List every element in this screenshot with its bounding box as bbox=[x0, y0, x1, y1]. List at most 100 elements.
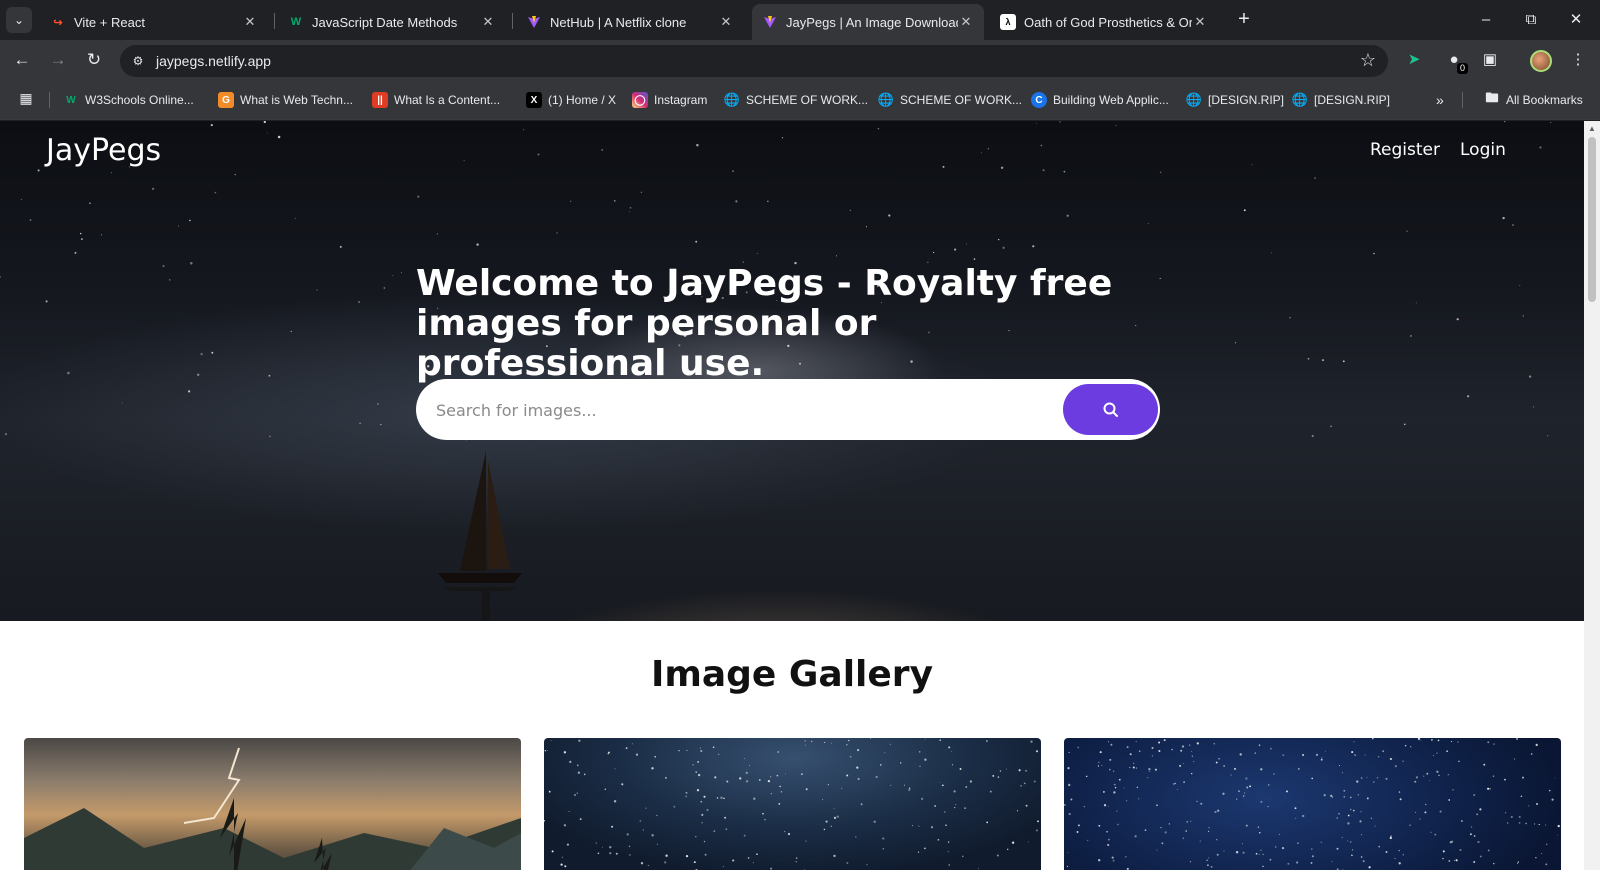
restore-icon: ⧉ bbox=[1525, 11, 1537, 28]
sailboat-image bbox=[438, 451, 522, 621]
tab-vite-react[interactable]: ↪ Vite + React ✕ bbox=[40, 4, 268, 40]
bookmark-instagram[interactable]: ◯ Instagram bbox=[632, 90, 707, 110]
search-bar bbox=[416, 379, 1160, 440]
gallery-image-milky-way[interactable] bbox=[544, 738, 1041, 870]
tab-label: JavaScript Date Methods bbox=[312, 14, 458, 30]
tab-search-button[interactable]: ⌄ bbox=[6, 7, 32, 33]
plus-icon: + bbox=[1238, 8, 1250, 30]
vite-favicon-icon bbox=[762, 14, 778, 30]
bookmark-scheme-of-work-2[interactable]: 🌐 SCHEME OF WORK... bbox=[878, 90, 1022, 110]
globe-favicon-icon: 🌐 bbox=[723, 92, 741, 107]
page-viewport: JayPegs Register Login Welcome to JayPeg… bbox=[0, 121, 1584, 870]
bookmark-divider bbox=[49, 92, 50, 108]
scroll-up-arrow-icon[interactable]: ▲ bbox=[1588, 124, 1596, 133]
back-button[interactable]: ← bbox=[10, 48, 34, 72]
site-info-icon[interactable]: ⚙ bbox=[128, 51, 148, 71]
globe-favicon-icon: 🌐 bbox=[1291, 92, 1309, 107]
bookmark-content[interactable]: || What Is a Content... bbox=[372, 90, 500, 110]
profile-avatar[interactable] bbox=[1530, 50, 1552, 72]
bookmark-building-web-apps[interactable]: C Building Web Applic... bbox=[1031, 90, 1169, 110]
tab-nethub[interactable]: NetHub | A Netflix clone ✕ bbox=[516, 4, 744, 40]
tab-strip: ⌄ ↪ Vite + React ✕ W JavaScript Date Met… bbox=[0, 0, 1600, 40]
search-button[interactable] bbox=[1063, 384, 1158, 435]
storm-landscape-image bbox=[24, 747, 521, 870]
page-favicon-icon: λ bbox=[1000, 14, 1016, 30]
tab-oath-of-god[interactable]: λ Oath of God Prosthetics & Orth ✕ bbox=[990, 4, 1218, 40]
tab-jaypegs[interactable]: JayPegs | An Image Downloadin ✕ bbox=[752, 4, 984, 40]
hero-heading: Welcome to JayPegs - Royalty free images… bbox=[416, 263, 1113, 384]
arrow-left-icon: ← bbox=[13, 50, 31, 69]
bookmark-label: What is Web Techn... bbox=[240, 93, 353, 107]
bookmark-design-rip-1[interactable]: 🌐 [DESIGN.RIP] bbox=[1186, 90, 1284, 110]
search-icon bbox=[1103, 402, 1118, 417]
bookmark-label: (1) Home / X bbox=[548, 93, 617, 107]
extension-counter-icon[interactable]: ● 0 bbox=[1442, 48, 1468, 74]
scrollbar-thumb[interactable] bbox=[1588, 137, 1596, 302]
page-scrollbar[interactable]: ▲ bbox=[1584, 121, 1600, 870]
url-text[interactable]: jaypegs.netlify.app bbox=[156, 53, 271, 69]
reload-icon: ↻ bbox=[86, 50, 102, 69]
extension-badge: 0 bbox=[1456, 63, 1468, 74]
close-tab-icon[interactable]: ✕ bbox=[480, 14, 496, 30]
tab-divider bbox=[512, 13, 513, 29]
gallery-heading: Image Gallery bbox=[650, 654, 934, 695]
bookmark-design-rip-2[interactable]: 🌐 [DESIGN.RIP] bbox=[1292, 90, 1390, 110]
apps-grid-icon[interactable]: ▦ bbox=[16, 90, 36, 110]
bookmark-label: SCHEME OF WORK... bbox=[746, 93, 869, 107]
browser-toolbar: ← → ↻ ⚙ jaypegs.netlify.app ☆ ➤ ● 0 ▣ ⋮ bbox=[0, 40, 1600, 80]
globe-favicon-icon: 🌐 bbox=[1185, 92, 1203, 107]
folder-icon: 🖿 bbox=[1485, 90, 1499, 105]
double-chevron-right-icon: » bbox=[1436, 92, 1444, 108]
bookmark-star-icon[interactable]: ☆ bbox=[1360, 50, 1376, 71]
forward-button[interactable]: → bbox=[46, 48, 70, 72]
restore-button[interactable]: ⧉ bbox=[1511, 6, 1551, 34]
geeks-favicon-icon: G bbox=[218, 92, 234, 108]
close-tab-icon[interactable]: ✕ bbox=[1192, 14, 1208, 30]
reload-button[interactable]: ↻ bbox=[82, 48, 106, 72]
bookmark-scheme-of-work-1[interactable]: 🌐 SCHEME OF WORK... bbox=[724, 90, 868, 110]
close-tab-icon[interactable]: ✕ bbox=[718, 14, 734, 30]
instagram-favicon-icon: ◯ bbox=[632, 92, 648, 108]
tab-javascript-date-methods[interactable]: W JavaScript Date Methods ✕ bbox=[278, 4, 506, 40]
bookmark-label: W3Schools Online... bbox=[85, 93, 194, 107]
search-input[interactable] bbox=[436, 397, 1036, 423]
chevron-down-icon: ⌄ bbox=[13, 13, 25, 27]
c-favicon-icon: C bbox=[1031, 92, 1047, 108]
extensions-puzzle-icon[interactable]: ▣ bbox=[1478, 48, 1502, 72]
globe-favicon-icon: 🌐 bbox=[877, 92, 895, 107]
minimize-icon: – bbox=[1481, 11, 1491, 28]
starry-sky-image bbox=[1064, 738, 1560, 870]
tab-label: NetHub | A Netflix clone bbox=[550, 14, 687, 30]
vite-favicon-icon bbox=[526, 14, 542, 30]
w3schools-favicon-icon: W bbox=[290, 16, 302, 28]
bookmark-x-home[interactable]: X (1) Home / X bbox=[526, 90, 616, 110]
login-link[interactable]: Login bbox=[1460, 140, 1506, 160]
site-logo[interactable]: JayPegs bbox=[46, 133, 161, 168]
gallery-image-starry-sky[interactable] bbox=[1064, 738, 1561, 870]
minimize-button[interactable]: – bbox=[1466, 6, 1506, 34]
tab-label: JayPegs | An Image Downloadin bbox=[786, 14, 958, 30]
bookmark-label: What Is a Content... bbox=[394, 93, 501, 107]
close-window-button[interactable]: ✕ bbox=[1556, 6, 1596, 34]
close-tab-icon[interactable]: ✕ bbox=[242, 14, 258, 30]
bookmark-label: Instagram bbox=[654, 93, 708, 107]
bookmarks-bar: ▦ W W3Schools Online... G What is Web Te… bbox=[0, 80, 1600, 120]
new-tab-button[interactable]: + bbox=[1232, 8, 1256, 32]
gallery-image-storm-trees[interactable] bbox=[24, 738, 521, 870]
arrow-right-icon: → bbox=[49, 50, 67, 69]
bookmark-web-technology[interactable]: G What is Web Techn... bbox=[218, 90, 353, 110]
address-bar[interactable]: ⚙ jaypegs.netlify.app ☆ bbox=[120, 45, 1388, 77]
tab-label: Vite + React bbox=[74, 14, 145, 30]
all-bookmarks-button[interactable]: 🖿 All Bookmarks bbox=[1484, 90, 1582, 110]
bookmark-w3schools[interactable]: W W3Schools Online... bbox=[63, 90, 194, 110]
tab-divider bbox=[274, 13, 275, 29]
w3schools-favicon-icon: W bbox=[66, 94, 76, 106]
x-favicon-icon: X bbox=[526, 92, 542, 108]
register-link[interactable]: Register bbox=[1370, 140, 1440, 160]
menu-dots-icon[interactable]: ⋮ bbox=[1566, 48, 1590, 72]
bookmark-label: Building Web Applic... bbox=[1053, 93, 1169, 107]
hero-section: JayPegs Register Login Welcome to JayPeg… bbox=[0, 121, 1584, 621]
close-tab-icon[interactable]: ✕ bbox=[958, 14, 974, 30]
more-bookmarks-button[interactable]: » bbox=[1436, 90, 1444, 110]
extension-pin-icon[interactable]: ➤ bbox=[1402, 48, 1426, 72]
